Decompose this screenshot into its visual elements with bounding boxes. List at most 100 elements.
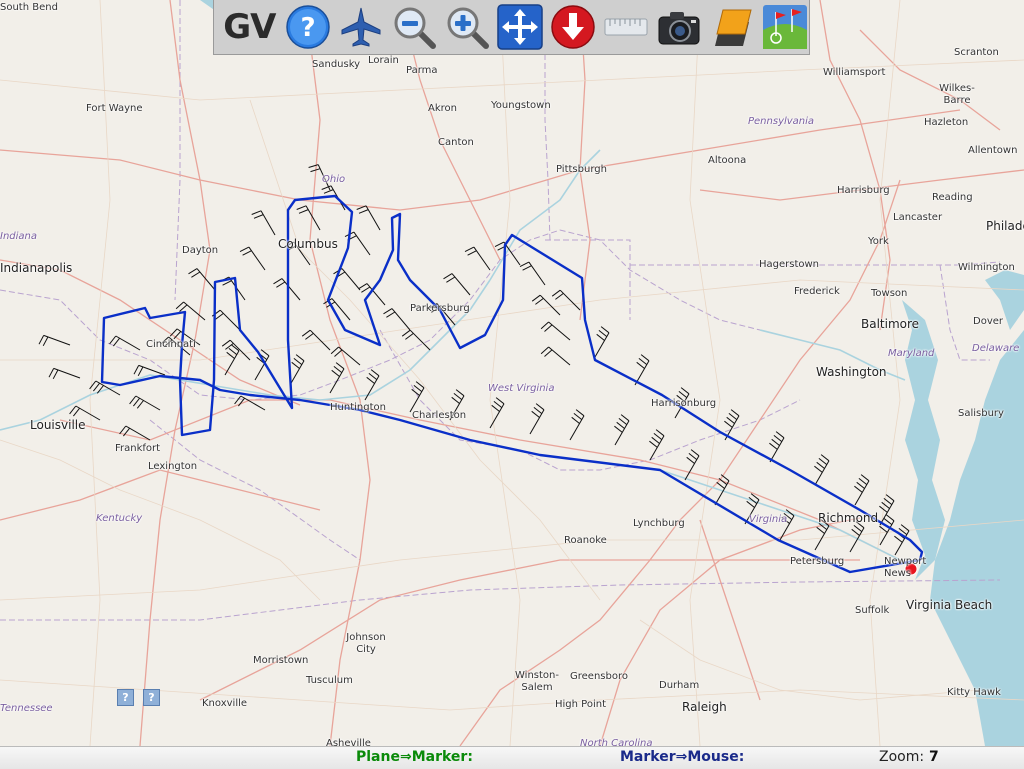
place-label: Pittsburgh — [556, 164, 607, 175]
wind-barb-feather — [191, 271, 201, 278]
wind-barb-feather — [775, 431, 785, 439]
wind-barb-feather — [678, 391, 688, 398]
wind-barb-feather — [533, 407, 543, 414]
wind-barb-feather — [720, 474, 730, 482]
wind-barb-feather — [215, 312, 224, 320]
place-label: Indianapolis — [0, 261, 73, 275]
wind-barb-shaft — [53, 367, 81, 379]
wind-barb-feather — [69, 405, 77, 415]
wind-barb-feather — [491, 404, 500, 412]
wind-barb-feather — [856, 481, 865, 489]
wind-barb-feather — [493, 401, 503, 408]
wind-barb-feather — [366, 376, 375, 384]
map-view[interactable]: South Bend Fort Wayne Sandusky Lorain Pa… — [0, 0, 1024, 746]
plane-button[interactable] — [338, 3, 385, 51]
wind-barb-feather — [446, 276, 456, 283]
wind-barb-feather — [291, 361, 300, 369]
zoom-in-button[interactable] — [444, 3, 491, 51]
wind-barb-feather — [785, 509, 795, 517]
wind-barb-feather — [52, 369, 59, 380]
wind-barb-feather — [853, 525, 863, 532]
wind-barb-feather — [600, 326, 610, 334]
place-label: Morristown — [253, 655, 309, 666]
place-label: Virginia Beach — [906, 598, 993, 612]
wind-barb-feather — [411, 388, 420, 396]
place-label: Winston-Salem — [515, 670, 559, 693]
ruler-icon — [604, 18, 648, 36]
wind-barb-feather — [137, 366, 144, 377]
wind-barb-feather — [242, 250, 252, 256]
wind-barb-feather — [854, 485, 863, 493]
toolbar: GV ? — [213, 0, 810, 55]
place-label: Allentown — [968, 145, 1018, 156]
help-button-small[interactable]: ? — [143, 689, 160, 706]
wind-barb-feather — [386, 311, 396, 318]
plane-icon — [341, 7, 381, 47]
wind-barb-feather — [690, 449, 700, 457]
wind-barb-feather — [858, 478, 868, 485]
place-label: Washington — [816, 365, 887, 379]
wind-barb-feather — [649, 440, 658, 448]
wind-barb-feather — [453, 393, 463, 400]
wind-barb-feather — [273, 278, 283, 285]
plane-to-marker-label: Plane⇒Marker: — [356, 749, 473, 765]
wind-barb-feather — [551, 289, 561, 297]
wind-barb-feather — [769, 442, 778, 450]
zoom-out-button[interactable] — [391, 3, 438, 51]
ruler-button[interactable] — [603, 3, 650, 51]
wind-barb-feather — [179, 304, 188, 312]
wind-barb-feather — [96, 385, 104, 394]
wind-barb-feather — [358, 283, 368, 290]
wind-barb-feather — [885, 514, 895, 522]
state-label: Kentucky — [96, 513, 143, 524]
place-label: Fort Wayne — [86, 103, 143, 114]
wind-barb-feather — [113, 337, 120, 347]
wind-barb-feather — [540, 321, 549, 330]
camera-button[interactable] — [656, 3, 703, 51]
place-label: Lynchburg — [633, 518, 685, 529]
wind-barb-feather — [655, 429, 665, 437]
pan-button[interactable] — [497, 3, 544, 51]
wind-barb-feather — [680, 387, 690, 395]
wind-barb-feather — [239, 246, 250, 253]
svg-text:?: ? — [301, 13, 316, 43]
wind-barb-feather — [323, 189, 334, 194]
place-label: York — [868, 236, 889, 247]
layers-icon — [715, 9, 753, 46]
wind-barb-feather — [188, 268, 198, 275]
help-button-small[interactable]: ? — [117, 689, 134, 706]
wind-barb-feather — [816, 526, 825, 534]
google-earth-button[interactable] — [762, 3, 809, 51]
state-label: Pennsylvania — [748, 116, 815, 127]
wind-barb-feather — [686, 456, 695, 464]
state-label: Delaware — [972, 343, 1020, 354]
wind-barb-feather — [443, 273, 453, 280]
help-icon: ? — [286, 5, 331, 49]
download-button[interactable] — [550, 3, 597, 51]
wind-barb-feather — [73, 407, 80, 417]
wind-barb-feather — [333, 366, 343, 373]
help-button[interactable]: ? — [285, 3, 332, 51]
wind-barb-feather — [276, 281, 286, 288]
state-label: Ohio — [322, 174, 346, 185]
wind-barb-feather — [728, 413, 738, 420]
state-label: Virginia — [749, 514, 788, 525]
wind-barb-feather — [531, 410, 540, 418]
place-label: Harrisburg — [837, 185, 890, 196]
layers-button[interactable] — [709, 3, 756, 51]
place-label: Lorain — [368, 55, 399, 66]
wind-barb-feather — [748, 497, 758, 504]
place-label: Harrisonburg — [651, 398, 717, 409]
wind-barb-feather — [334, 349, 343, 357]
place-label: Dayton — [182, 245, 219, 256]
wind-barb-feather — [494, 241, 505, 248]
place-label: Huntington — [330, 402, 386, 413]
wind-barb-feather — [730, 409, 740, 417]
place-label: Lexington — [148, 461, 198, 472]
wind-barb-feather — [879, 525, 888, 533]
wind-barb-feather — [522, 265, 532, 271]
camera-icon — [658, 12, 700, 45]
wind-barb-feather — [555, 292, 564, 300]
wind-barb-feather — [109, 335, 117, 345]
wind-barbs — [38, 164, 910, 556]
